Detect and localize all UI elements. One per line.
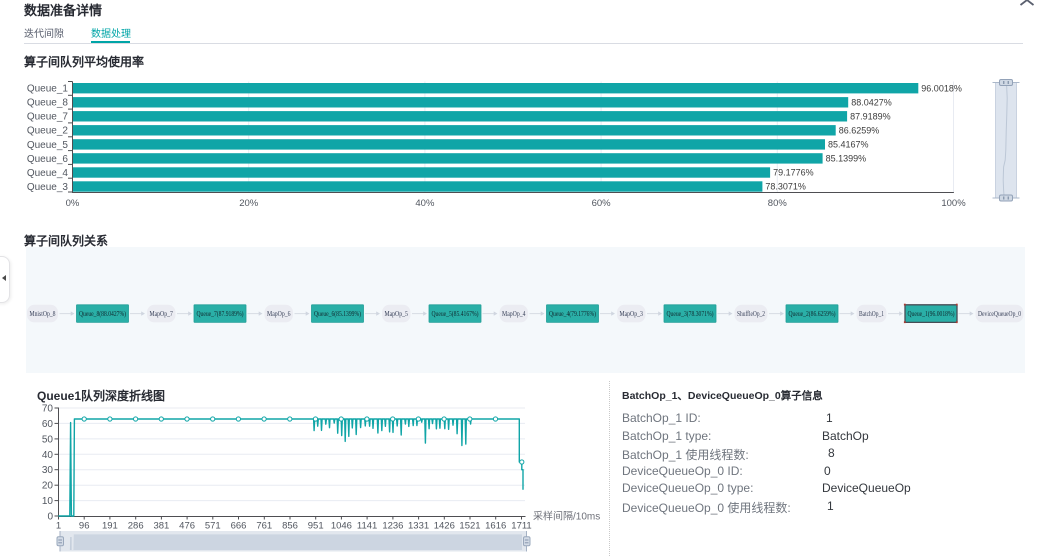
svg-text:50: 50: [42, 434, 54, 445]
svg-text:78.3071%: 78.3071%: [765, 182, 806, 192]
svg-text:MapOp_3: MapOp_3: [619, 309, 643, 318]
svg-text:Queue_8(88.0427%): Queue_8(88.0427%): [79, 309, 126, 318]
svg-text:BatchOp_1: BatchOp_1: [859, 309, 884, 318]
svg-text:Queue_7: Queue_7: [27, 112, 69, 123]
svg-text:80%: 80%: [768, 198, 788, 209]
svg-text:1046: 1046: [331, 521, 352, 532]
svg-text:Queue_6(85.1399%): Queue_6(85.1399%): [314, 309, 361, 318]
svg-text:Queue_4: Queue_4: [27, 168, 69, 179]
svg-text:951: 951: [308, 521, 324, 532]
svg-text:Queue_7(87.9189%): Queue_7(87.9189%): [197, 309, 244, 318]
svg-text:1426: 1426: [434, 521, 455, 532]
svg-text:79.1776%: 79.1776%: [773, 168, 814, 178]
svg-text:Queue_2: Queue_2: [27, 126, 69, 137]
svg-text:85.4167%: 85.4167%: [828, 140, 869, 150]
svg-text:DeviceQueueOp_0: DeviceQueueOp_0: [978, 309, 1021, 318]
svg-text:Queue_4(79.1776%): Queue_4(79.1776%): [549, 309, 596, 318]
svg-text:86.6259%: 86.6259%: [839, 126, 880, 136]
svg-text:MnistOp_8: MnistOp_8: [30, 309, 56, 318]
svg-text:1521: 1521: [459, 521, 480, 532]
svg-text:476: 476: [179, 521, 195, 532]
svg-text:ShuffleOp_2: ShuffleOp_2: [737, 309, 765, 318]
svg-text:1616: 1616: [485, 521, 506, 532]
svg-text:60: 60: [42, 419, 54, 430]
svg-text:采样间隔/10ms: 采样间隔/10ms: [533, 510, 600, 523]
svg-text:666: 666: [231, 521, 247, 532]
svg-text:Queue_1(96.0018%): Queue_1(96.0018%): [908, 309, 955, 318]
svg-text:1711: 1711: [511, 521, 531, 532]
svg-text:Queue_8: Queue_8: [27, 98, 69, 109]
svg-text:191: 191: [102, 521, 118, 532]
svg-text:20%: 20%: [239, 198, 259, 209]
svg-text:Queue_3: Queue_3: [27, 182, 69, 193]
svg-text:0%: 0%: [66, 198, 80, 209]
svg-text:30: 30: [42, 465, 54, 476]
svg-text:Queue_6: Queue_6: [27, 154, 69, 165]
svg-text:10: 10: [42, 496, 54, 507]
svg-text:MapOp_5: MapOp_5: [384, 309, 408, 318]
svg-text:856: 856: [282, 521, 298, 532]
svg-text:1331: 1331: [408, 521, 429, 532]
svg-text:Queue_5: Queue_5: [27, 140, 69, 151]
svg-text:0: 0: [47, 512, 53, 523]
svg-text:100%: 100%: [941, 198, 966, 209]
svg-text:1: 1: [56, 521, 61, 532]
svg-text:571: 571: [205, 521, 221, 532]
svg-text:1141: 1141: [357, 521, 377, 532]
svg-text:381: 381: [153, 521, 169, 532]
svg-text:286: 286: [128, 521, 144, 532]
svg-text:60%: 60%: [592, 198, 612, 209]
svg-text:1236: 1236: [382, 521, 403, 532]
svg-text:40: 40: [42, 450, 54, 461]
svg-text:87.9189%: 87.9189%: [850, 112, 891, 122]
svg-text:96.0018%: 96.0018%: [921, 83, 962, 93]
svg-text:85.1399%: 85.1399%: [826, 154, 867, 164]
svg-text:761: 761: [256, 521, 272, 532]
svg-text:Queue_3(78.3071%): Queue_3(78.3071%): [667, 309, 714, 318]
svg-text:40%: 40%: [415, 198, 435, 209]
svg-text:96: 96: [79, 521, 90, 532]
svg-text:MapOp_7: MapOp_7: [149, 309, 173, 318]
svg-text:70: 70: [42, 404, 54, 415]
svg-text:Queue_1: Queue_1: [27, 84, 69, 95]
svg-text:20: 20: [42, 481, 54, 492]
svg-text:Queue_5(85.4167%): Queue_5(85.4167%): [432, 309, 479, 318]
svg-text:MapOp_4: MapOp_4: [502, 309, 526, 318]
svg-text:88.0427%: 88.0427%: [851, 98, 892, 108]
svg-text:MapOp_6: MapOp_6: [267, 309, 291, 318]
svg-text:Queue_2(86.6259%): Queue_2(86.6259%): [789, 309, 836, 318]
